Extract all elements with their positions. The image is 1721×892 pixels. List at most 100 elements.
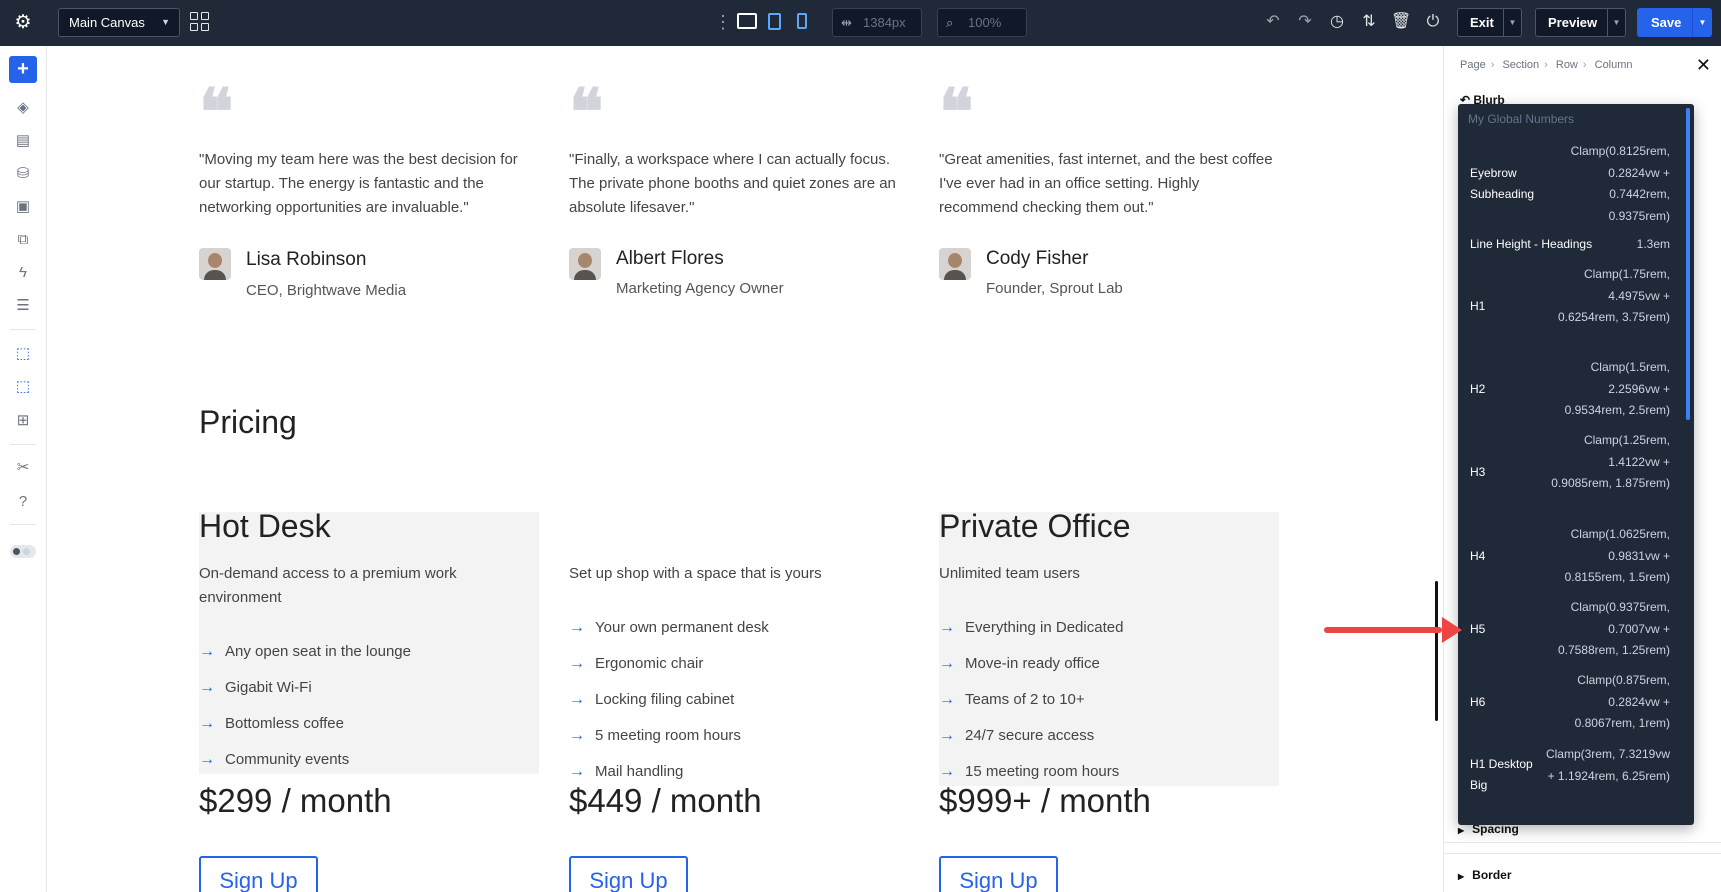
- testimonial-quote: "Moving my team here was the best decisi…: [199, 151, 518, 216]
- lightning-icon[interactable]: ϟ: [12, 263, 34, 283]
- callout-arrow-shaft: [1324, 627, 1442, 633]
- dropdown-scrollbar[interactable]: [1686, 108, 1690, 420]
- plan-feature: → Any open seat in the lounge: [199, 643, 411, 660]
- pages-icon[interactable]: ⧉: [12, 230, 34, 250]
- settings-gear-icon[interactable]: ⚙: [12, 12, 34, 34]
- add-module-button[interactable]: +: [9, 56, 37, 83]
- more-options-icon[interactable]: ⋮: [714, 12, 732, 32]
- toolbar-divider: [10, 329, 36, 330]
- plan-feature: → Teams of 2 to 10+: [939, 691, 1085, 708]
- tablet-view-icon[interactable]: [768, 13, 781, 30]
- plan-title: Private Office: [939, 508, 1131, 544]
- plan-price: $449 / month: [569, 782, 762, 819]
- save-dropdown-icon[interactable]: ▼: [1692, 8, 1712, 37]
- tools-icon[interactable]: ✂: [12, 458, 34, 478]
- plan-price: $999+ / month: [939, 782, 1151, 819]
- history-clock-icon[interactable]: ◷: [1327, 12, 1347, 32]
- avatar: [199, 248, 231, 280]
- click-mode-icon[interactable]: ⬚: [12, 344, 34, 364]
- testimonial-quote: "Finally, a workspace where I can actual…: [569, 151, 896, 216]
- zoom-value: 100%: [968, 15, 1002, 30]
- toolbar-divider: [10, 524, 36, 525]
- plan-description: On-demand access to a premium work envir…: [199, 565, 457, 606]
- breadcrumb-column[interactable]: Column: [1595, 59, 1633, 71]
- dropdown-item-line-height[interactable]: Line Height - Headings 1.3em: [1458, 234, 1684, 260]
- layers-icon[interactable]: ◈: [12, 98, 34, 118]
- global-numbers-dropdown: My Global Numbers Eyebrow Subheading Cla…: [1458, 104, 1694, 825]
- breadcrumb: Page › Section › Row › Column: [1460, 59, 1633, 71]
- preview-label: Preview: [1548, 15, 1598, 30]
- plan-feature: → Everything in Dedicated: [939, 619, 1124, 636]
- testimonial-role: Marketing Agency Owner: [616, 280, 784, 297]
- item-value: Clamp(1.0625rem, 0.9831vw + 0.8155rem, 1…: [1564, 527, 1670, 584]
- item-value: Clamp(3rem, 7.3219vw + 1.1924rem, 6.25re…: [1545, 747, 1670, 783]
- mode-toggle[interactable]: [10, 545, 36, 558]
- close-icon[interactable]: ✕: [1696, 56, 1711, 74]
- canvas-scrollbar[interactable]: [1435, 581, 1438, 721]
- multi-select-icon[interactable]: ⬚: [12, 377, 34, 397]
- plan-description: Set up shop with a space that is yours: [569, 565, 822, 582]
- plan-feature: → Your own permanent desk: [569, 619, 769, 636]
- preview-button[interactable]: Preview ▼: [1535, 8, 1626, 37]
- plan-feature: → 5 meeting room hours: [569, 727, 741, 744]
- item-value: Clamp(1.5rem, 2.2596vw + 0.9534rem, 2.5r…: [1564, 360, 1670, 417]
- testimonial-role: CEO, Brightwave Media: [246, 282, 407, 299]
- sign-up-button[interactable]: Sign Up: [199, 856, 318, 892]
- left-toolbar: + ◈ ▤ ⛁ ▣ ⧉ ϟ ☰ ⬚ ⬚ ⊞ ✂ ?: [0, 46, 47, 892]
- plan-feature: → Gigabit Wi-Fi: [199, 679, 312, 696]
- dropdown-item-h4[interactable]: H4 Clamp(1.0625rem, 0.9831vw + 0.8155rem…: [1458, 524, 1684, 590]
- canvas-select-value: Main Canvas: [69, 15, 145, 30]
- dropdown-item-h2[interactable]: H2 Clamp(1.5rem, 2.2596vw + 0.9534rem, 2…: [1458, 357, 1684, 423]
- power-icon[interactable]: ⏻: [1423, 12, 1443, 32]
- item-value: Clamp(0.8125rem, 0.2824vw + 0.7442rem, 0…: [1570, 144, 1670, 223]
- dropdown-item-h1-desktop-big[interactable]: H1 Desktop Big Clamp(3rem, 7.3219vw + 1.…: [1458, 744, 1684, 810]
- save-button[interactable]: Save ▼: [1637, 8, 1712, 37]
- dropdown-item-h3[interactable]: H3 Clamp(1.25rem, 1.4122vw + 0.9085rem, …: [1458, 430, 1684, 516]
- zoom-field[interactable]: ⌕ 100%: [937, 8, 1027, 37]
- dropdown-header: My Global Numbers: [1468, 112, 1575, 126]
- canvas-select[interactable]: Main Canvas ▼: [58, 8, 180, 37]
- layout-grid-icon[interactable]: [190, 12, 210, 32]
- plan-feature: → Locking filing cabinet: [569, 691, 735, 708]
- dropdown-item-h1[interactable]: H1 Clamp(1.75rem, 4.4975vw + 0.6254rem, …: [1458, 264, 1684, 350]
- preview-dropdown-icon[interactable]: ▼: [1607, 9, 1625, 36]
- dropdown-item-eyebrow[interactable]: Eyebrow Subheading Clamp(0.8125rem, 0.28…: [1458, 141, 1684, 227]
- canvas-width-field[interactable]: ⇹ 1384px: [832, 8, 922, 37]
- trash-icon[interactable]: 🗑: [1391, 12, 1411, 32]
- sign-up-button[interactable]: Sign Up: [569, 856, 688, 892]
- database-icon[interactable]: ⛁: [12, 164, 34, 184]
- help-icon[interactable]: ?: [12, 492, 34, 512]
- forms-icon[interactable]: ▣: [12, 197, 34, 217]
- plan-feature: → 15 meeting room hours: [939, 763, 1120, 780]
- settings-list-icon[interactable]: ☰: [12, 296, 34, 316]
- breadcrumb-row[interactable]: Row: [1556, 59, 1578, 71]
- breadcrumb-section[interactable]: Section: [1502, 59, 1539, 71]
- section-border[interactable]: ▶ Border: [1458, 868, 1512, 882]
- testimonial-name: Cody Fisher: [986, 248, 1089, 269]
- canvas-width-value: 1384px: [863, 15, 906, 30]
- exit-button[interactable]: Exit ▼: [1457, 8, 1522, 37]
- phone-view-icon[interactable]: [797, 13, 807, 29]
- quote-icon: ❝: [569, 75, 604, 150]
- undo-icon[interactable]: ↶: [1263, 12, 1283, 32]
- redo-icon[interactable]: ↷: [1295, 12, 1315, 32]
- exit-dropdown-icon[interactable]: ▼: [1503, 9, 1521, 36]
- testimonial-role: Founder, Sprout Lab: [986, 280, 1123, 297]
- item-label: Line Height - Headings: [1470, 237, 1593, 251]
- table-cog-icon[interactable]: ⊞: [12, 411, 34, 431]
- callout-arrow-icon: [1442, 617, 1462, 643]
- sign-up-button[interactable]: Sign Up: [939, 856, 1058, 892]
- dropdown-item-h5[interactable]: H5 Clamp(0.9375rem, 0.7007vw + 0.7588rem…: [1458, 597, 1684, 663]
- library-icon[interactable]: ▤: [12, 131, 34, 151]
- breadcrumb-page[interactable]: Page: [1460, 59, 1486, 71]
- plan-feature: → Move-in ready office: [939, 655, 1100, 672]
- testimonial-name: Lisa Robinson: [246, 249, 367, 270]
- item-value: Clamp(1.25rem, 1.4122vw + 0.9085rem, 1.8…: [1551, 433, 1670, 490]
- plan-feature: → 24/7 secure access: [939, 727, 1095, 744]
- plan-feature: → Mail handling: [569, 763, 684, 780]
- portability-icon[interactable]: ⇅: [1359, 12, 1379, 32]
- top-toolbar: ⚙ Main Canvas ▼ ⋮ ⇹ 1384px ⌕ 100% ↶ ↷ ◷ …: [0, 0, 1721, 46]
- desktop-view-icon[interactable]: [737, 13, 757, 29]
- dropdown-item-h6[interactable]: H6 Clamp(0.875rem, 0.2824vw + 0.8067rem,…: [1458, 670, 1684, 736]
- plan-feature: → Bottomless coffee: [199, 715, 344, 732]
